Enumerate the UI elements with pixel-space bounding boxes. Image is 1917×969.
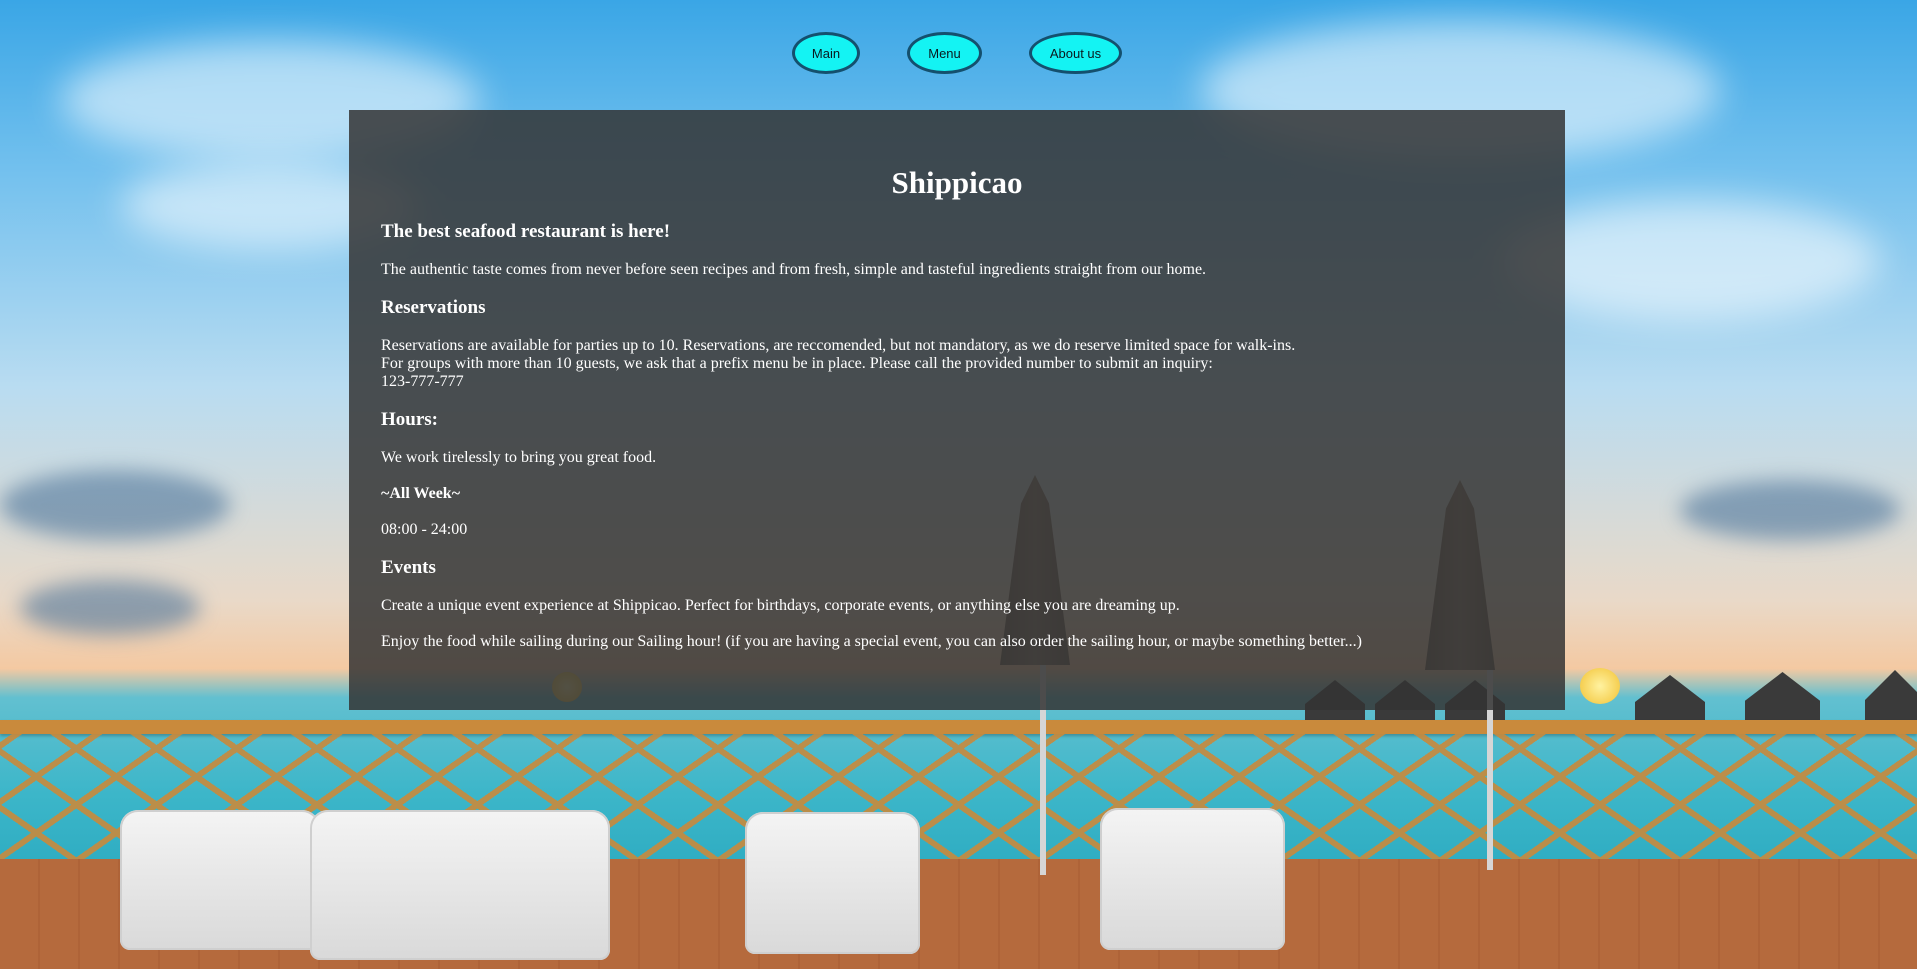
top-navigation: Main Menu About us: [0, 32, 1917, 78]
events-text-2: Enjoy the food while sailing during our …: [381, 633, 1362, 650]
content-panel: Shippicao The best seafood restaurant is…: [349, 110, 1565, 710]
reservations-line-1: Reservations are available for parties u…: [381, 337, 1296, 354]
hours-days: ~All Week~: [381, 485, 461, 502]
hours-text: We work tirelessly to bring you great fo…: [381, 449, 657, 466]
tagline-heading: The best seafood restaurant is here!: [381, 221, 671, 242]
reservations-heading: Reservations: [381, 297, 486, 318]
nav-about-button[interactable]: About us: [1029, 32, 1122, 74]
reservations-phone: 123-777-777: [381, 373, 464, 390]
nav-menu-button[interactable]: Menu: [907, 32, 982, 74]
events-heading: Events: [381, 557, 436, 578]
reservations-text: Reservations are available for parties u…: [381, 337, 1533, 391]
hours-heading: Hours:: [381, 409, 438, 430]
intro-text: The authentic taste comes from never bef…: [381, 261, 1207, 278]
reservations-line-2: For groups with more than 10 guests, we …: [381, 355, 1213, 372]
events-text-1: Create a unique event experience at Ship…: [381, 597, 1180, 614]
page-title: Shippicao: [891, 165, 1023, 200]
hours-time: 08:00 - 24:00: [381, 521, 468, 538]
nav-main-button[interactable]: Main: [792, 32, 860, 74]
